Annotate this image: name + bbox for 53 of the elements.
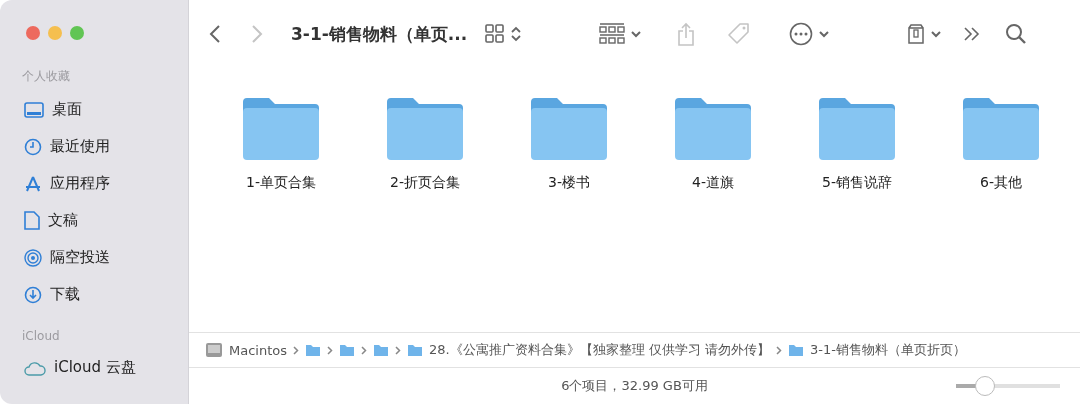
back-button[interactable] <box>209 24 221 44</box>
chevron-icon <box>775 345 782 355</box>
slider-thumb[interactable] <box>975 376 996 396</box>
group-button[interactable] <box>599 23 642 45</box>
close-button[interactable] <box>26 26 40 40</box>
minimize-button[interactable] <box>48 26 62 40</box>
chevron-down-icon <box>631 30 642 38</box>
path-item[interactable]: Macintos <box>229 342 287 358</box>
sidebar-heading: iCloud <box>21 329 61 343</box>
up-down-chevron-icon <box>511 26 522 42</box>
search-button[interactable] <box>1005 23 1028 45</box>
folder-icon <box>787 343 804 357</box>
folder-icon <box>373 343 389 357</box>
desktop-icon <box>24 101 44 118</box>
sidebar-item[interactable]: 下载 <box>0 276 188 313</box>
chevron-down-icon <box>819 30 830 38</box>
folder-icon <box>305 343 321 357</box>
app-store-icon <box>24 174 42 193</box>
sidebar-item[interactable]: 隔空投送 <box>0 239 188 276</box>
path-item[interactable]: 28.《公寓推广资料合集》【独家整理 仅供学习 请勿外传】 <box>429 341 770 359</box>
folder-name[interactable]: 2-折页合集 <box>390 174 460 192</box>
drive-button[interactable] <box>907 24 942 44</box>
cloud-icon <box>24 359 46 376</box>
sidebar-item[interactable]: 文稿 <box>0 202 188 239</box>
sidebar-item[interactable]: 桌面 <box>0 91 188 128</box>
chevron-icon <box>361 345 367 355</box>
folder-name[interactable]: 6-其他 <box>980 174 1022 192</box>
chevron-icon <box>293 345 299 355</box>
airdrop-icon <box>24 248 42 267</box>
overflow-button[interactable] <box>963 26 982 42</box>
chevron-icon <box>395 345 401 355</box>
folder-name[interactable]: 4-道旗 <box>692 174 734 192</box>
zoom-button[interactable] <box>70 26 84 40</box>
chevron-icon <box>327 345 333 355</box>
sidebar-heading: 个人收藏 <box>21 68 71 85</box>
path-item[interactable]: 3-1-销售物料（单页折页） <box>809 341 966 359</box>
more-button[interactable] <box>789 22 830 46</box>
clock-icon <box>24 137 42 156</box>
document-icon <box>24 211 40 230</box>
folder-icon <box>339 343 355 357</box>
sidebar-item[interactable]: 最近使用 <box>0 128 188 165</box>
grid-icon <box>485 24 506 44</box>
folder-name[interactable]: 5-销售说辞 <box>822 174 892 192</box>
view-mode-button[interactable] <box>485 24 522 44</box>
window-title: 3-1-销售物料（单页... <box>291 22 468 46</box>
folder-name[interactable]: 3-楼书 <box>548 174 590 192</box>
folder-icon <box>407 343 423 357</box>
download-icon <box>24 285 42 304</box>
chevron-down-icon <box>931 30 942 38</box>
sidebar-item[interactable]: 应用程序 <box>0 165 188 202</box>
status-text: 6个项目，32.99 GB可用 <box>561 377 708 395</box>
sidebar-item[interactable]: iCloud 云盘 <box>0 349 188 386</box>
folder-name[interactable]: 1-单页合集 <box>246 174 316 192</box>
